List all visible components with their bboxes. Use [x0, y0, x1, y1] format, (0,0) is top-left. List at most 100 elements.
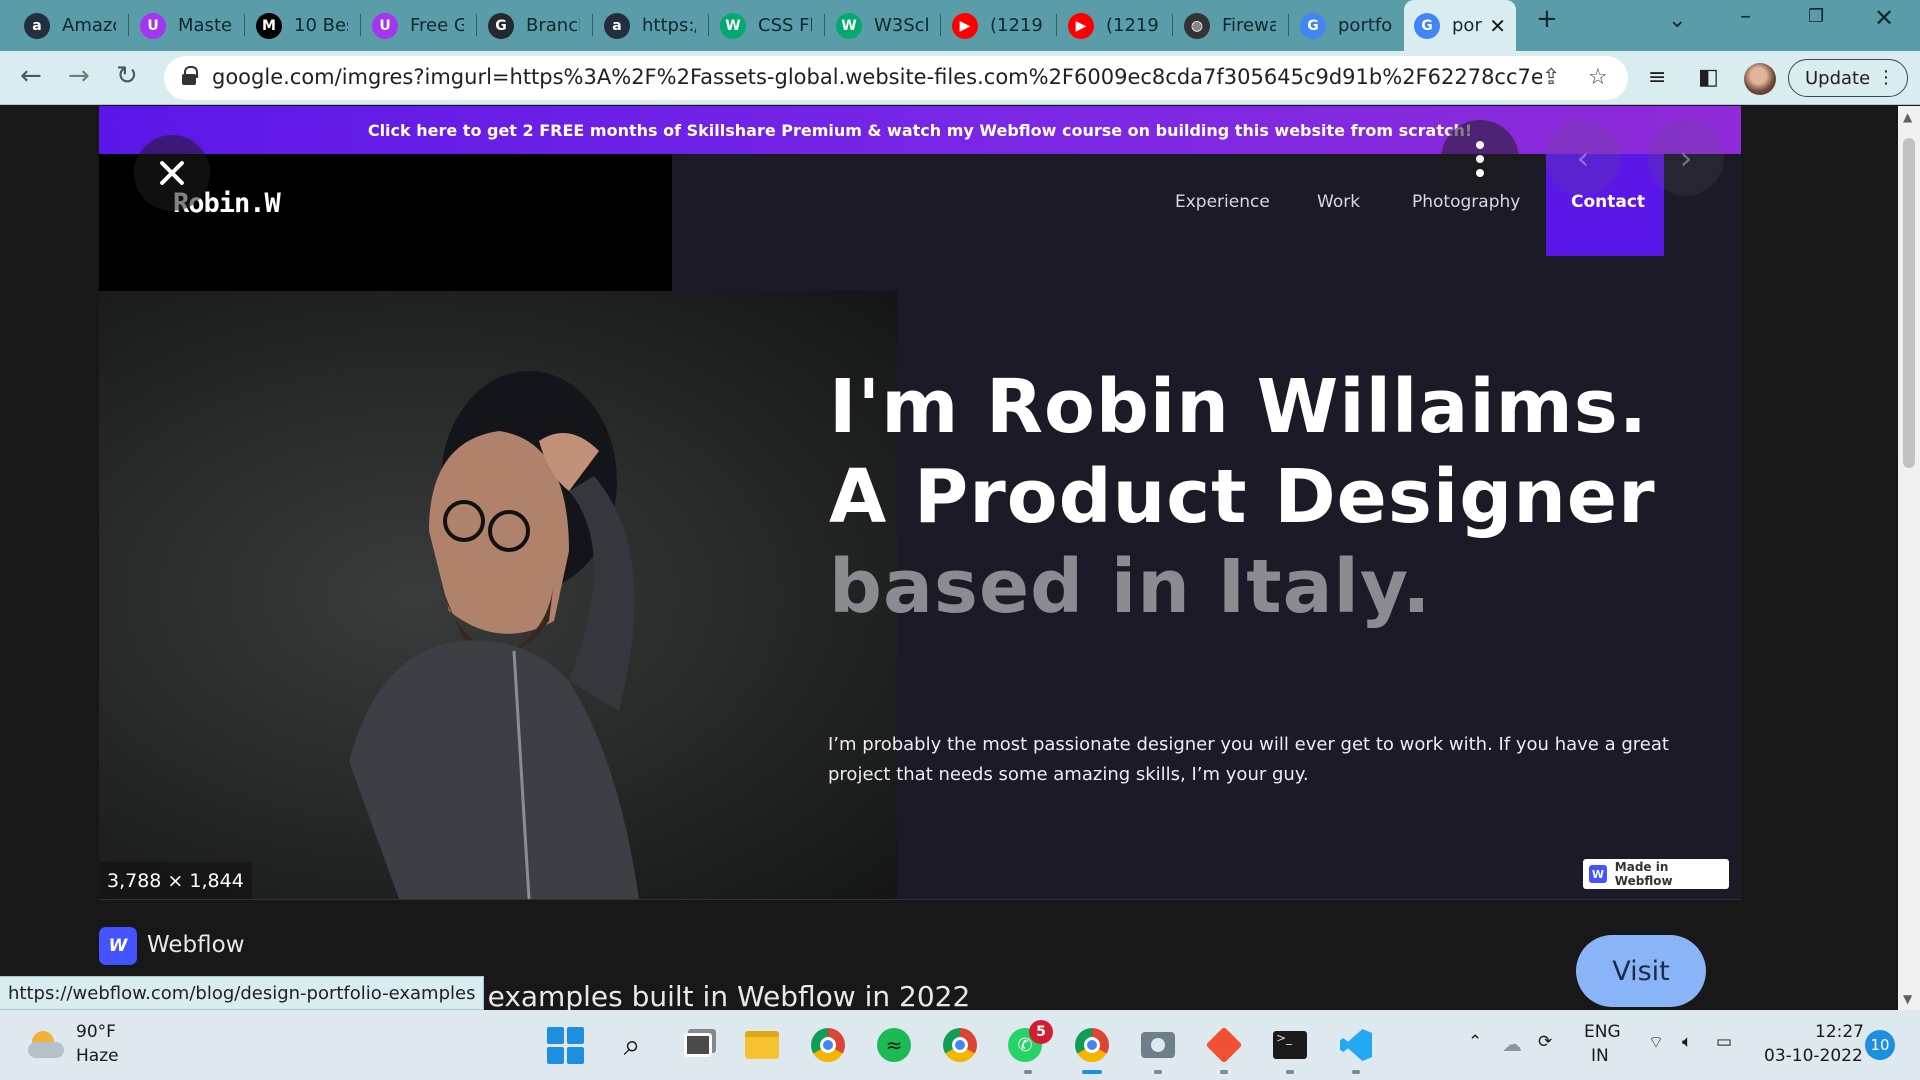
search-icon[interactable]: ⌕ [612, 1025, 652, 1065]
hero-line-1: I'm Robin Willaims. [829, 364, 1648, 450]
update-label: Update [1805, 67, 1871, 89]
minimize-icon[interactable]: – [1740, 4, 1751, 29]
reload-icon[interactable]: ↻ [116, 61, 138, 91]
sync-icon[interactable]: ⟳ [1538, 1032, 1552, 1052]
restore-icon[interactable]: ❐ [1808, 6, 1824, 27]
hero-line-3: based in Italy. [829, 544, 1432, 630]
back-arrow-icon[interactable]: ← [20, 61, 42, 91]
tab-title: por [1452, 15, 1482, 36]
new-tab-plus-icon[interactable]: + [1536, 4, 1558, 34]
next-image-button[interactable]: › [1648, 120, 1724, 196]
nav-work: Work [1317, 192, 1361, 212]
tab-separator [1056, 14, 1057, 36]
source-name[interactable]: Webflow [147, 932, 245, 958]
browser-tab[interactable]: Gpor ✕ [1404, 0, 1516, 51]
browser-tab[interactable]: U Master [130, 6, 242, 45]
google-icon: G [1300, 12, 1326, 39]
browser-tab[interactable]: a https:/ [594, 6, 706, 45]
address-bar[interactable]: google.com/imgres?imgurl=https%3A%2F%2Fa… [164, 56, 1628, 100]
tab-separator [360, 14, 361, 36]
browser-tab[interactable]: ▶ (1219) [1058, 6, 1170, 45]
page-viewport: Click here to get 2 FREE months of Skill… [0, 106, 1898, 1010]
clock-date[interactable]: 03-10-2022 [1764, 1046, 1863, 1066]
chrome-active-icon[interactable] [1072, 1025, 1112, 1065]
forward-arrow-icon[interactable]: → [68, 61, 90, 91]
browser-tab[interactable]: ▶ (1219) [942, 6, 1054, 45]
browser-tab[interactable]: W CSS Fle [710, 6, 822, 45]
tab-search-chevron-icon[interactable]: ⌄ [1668, 8, 1686, 33]
badge-label: Made in Webflow [1614, 860, 1673, 888]
tab-title: 10 Best [294, 15, 348, 36]
share-icon[interactable]: ⇪ [1542, 65, 1560, 90]
browser-tab[interactable]: Gportfol [1290, 6, 1402, 45]
source-favicon[interactable]: W [99, 927, 137, 965]
wifi-icon[interactable]: ⌔ [1648, 1032, 1664, 1053]
update-button[interactable]: Update ⋮ [1788, 59, 1908, 97]
scroll-thumb[interactable] [1903, 138, 1915, 468]
tab-title: (1219) [990, 15, 1044, 36]
youtube-icon: ▶ [1068, 12, 1094, 39]
scroll-up-icon[interactable]: ▲ [1903, 110, 1912, 124]
browser-toolbar: ← → ↻ google.com/imgres?imgurl=https%3A%… [0, 51, 1920, 105]
show-hidden-icons-chevron-icon[interactable]: ⌃ [1468, 1032, 1482, 1052]
side-panel-icon[interactable]: ◧ [1698, 65, 1719, 90]
hero-description: I’m probably the most passionate designe… [828, 734, 1669, 785]
weather-description[interactable]: Haze [76, 1046, 119, 1066]
browser-tab[interactable]: G Branch [478, 6, 590, 45]
browser-tab[interactable]: W W3Sch [826, 6, 938, 45]
vscode-icon[interactable] [1336, 1025, 1376, 1065]
bookmark-star-icon[interactable]: ☆ [1588, 65, 1608, 90]
browser-tab[interactable]: U Free Gi [362, 6, 474, 45]
scroll-down-icon[interactable]: ▼ [1903, 992, 1912, 1006]
volume-icon[interactable]: 🔈︎ [1682, 1032, 1692, 1052]
browser-tab[interactable]: ◍ Firewal [1174, 6, 1286, 45]
tab-separator [476, 14, 477, 36]
task-view-icon[interactable] [678, 1025, 718, 1065]
w3schools-icon: W [720, 12, 746, 39]
start-icon[interactable] [545, 1025, 585, 1065]
chrome-profile-icon[interactable] [940, 1025, 980, 1065]
tab-title: portfol [1338, 15, 1392, 36]
clock-time[interactable]: 12:27 [1815, 1022, 1864, 1042]
weather-temperature[interactable]: 90°F [76, 1022, 116, 1042]
terminal-icon[interactable]: >_ [1270, 1025, 1310, 1065]
webflow-logo-icon: W [1589, 865, 1607, 883]
visit-button[interactable]: Visit [1576, 935, 1706, 1007]
menu-kebab-icon[interactable]: ⋮ [1877, 67, 1895, 88]
camera-icon[interactable] [1138, 1025, 1178, 1065]
language-code[interactable]: ENG [1584, 1022, 1621, 1042]
close-preview-button[interactable] [134, 135, 210, 211]
browser-tab[interactable]: a Amazo [14, 6, 126, 45]
previous-image-button[interactable]: ‹ [1545, 120, 1621, 196]
tab-title: https:/ [642, 15, 696, 36]
image-preview[interactable]: Click here to get 2 FREE months of Skill… [99, 106, 1741, 899]
medium-icon: M [256, 12, 282, 39]
google-icon: G [1414, 12, 1440, 39]
chrome-icon[interactable] [808, 1025, 848, 1065]
onedrive-cloud-icon[interactable]: ☁ [1502, 1032, 1522, 1056]
media-control-icon[interactable]: ≡ [1648, 65, 1666, 90]
weather-haze-icon[interactable] [28, 1027, 64, 1063]
youtube-icon: ▶ [952, 12, 978, 39]
close-tab-icon[interactable]: ✕ [1489, 14, 1506, 38]
git-icon[interactable] [1204, 1025, 1244, 1065]
browser-tab[interactable]: M 10 Best [246, 6, 358, 45]
made-in-webflow-badge: W Made in Webflow [1583, 859, 1729, 889]
file-explorer-icon[interactable] [742, 1025, 782, 1065]
region-code[interactable]: IN [1591, 1046, 1609, 1066]
notification-badge[interactable]: 10 [1865, 1030, 1895, 1060]
page-scrollbar[interactable]: ▲ ▼ [1898, 106, 1920, 1010]
tab-title: Amazo [62, 15, 116, 36]
spotify-icon[interactable]: ≈ [874, 1025, 914, 1065]
url-text[interactable]: google.com/imgres?imgurl=https%3A%2F%2Fa… [212, 65, 1542, 89]
battery-icon[interactable]: ▭ [1716, 1032, 1732, 1052]
amazon-icon: a [604, 12, 630, 39]
tab-title: Free Gi [410, 15, 464, 36]
profile-avatar[interactable] [1744, 63, 1776, 95]
tab-separator [940, 14, 941, 36]
result-title[interactable]: lio examples built in Webflow in 2022 [446, 980, 970, 1010]
close-window-icon[interactable]: ✕ [1874, 4, 1894, 32]
tab-separator [1172, 14, 1173, 36]
more-options-button[interactable] [1441, 120, 1519, 198]
lock-icon[interactable] [182, 66, 198, 85]
